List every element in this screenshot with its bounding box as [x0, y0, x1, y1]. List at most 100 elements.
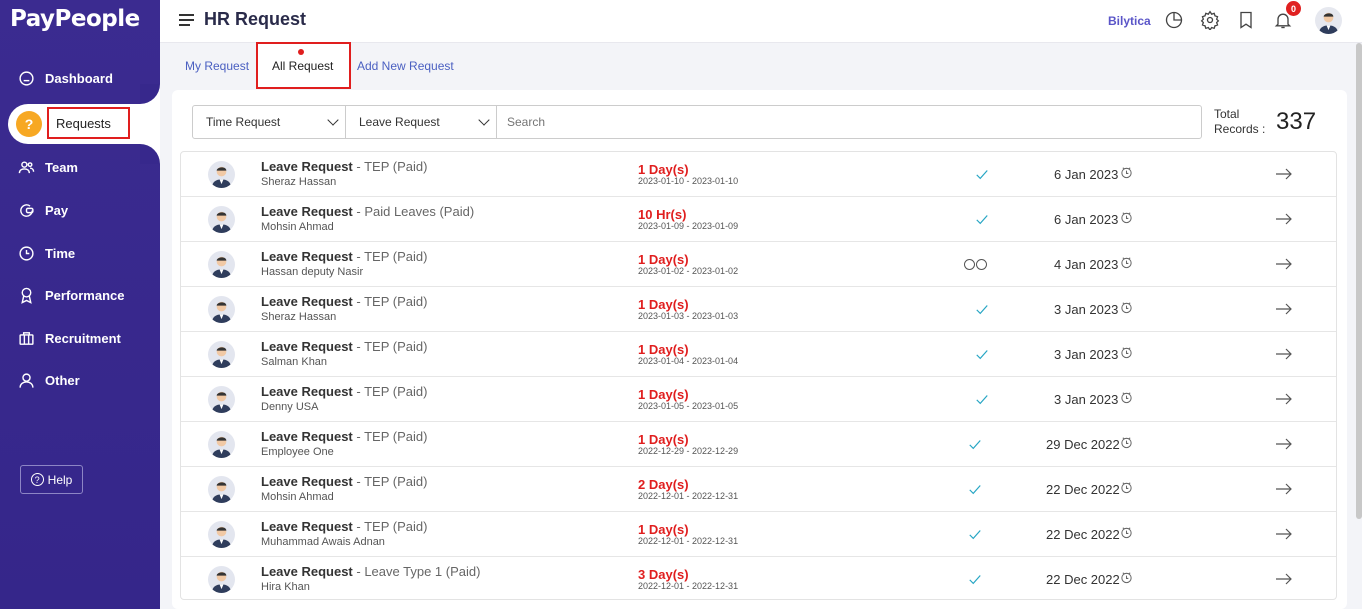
- employee-name: Employee One: [261, 446, 334, 458]
- avatar: [208, 476, 235, 503]
- check-icon: [975, 209, 1001, 229]
- scrollbar[interactable]: [1356, 43, 1362, 519]
- arrow-right-icon[interactable]: [1275, 571, 1293, 587]
- hamburger-menu-icon[interactable]: [179, 14, 194, 29]
- check-icon: [968, 479, 994, 499]
- request-date: 6 Jan 2023: [1054, 167, 1119, 182]
- check-icon: [968, 569, 994, 589]
- table-row[interactable]: Leave Request - TEP (Paid) Denny USA 1 Day…: [181, 377, 1336, 422]
- pay-icon: [17, 201, 35, 219]
- request-title: Leave Request - TEP (Paid): [261, 474, 428, 489]
- request-title: Leave Request - TEP (Paid): [261, 294, 428, 309]
- employee-name: Sheraz Hassan: [261, 176, 337, 188]
- pie-chart-icon[interactable]: [1164, 10, 1186, 32]
- leave-request-select[interactable]: Leave Request: [346, 106, 497, 138]
- sidebar-item-pay[interactable]: Pay: [0, 192, 160, 228]
- request-date: 3 Jan 2023: [1054, 302, 1119, 317]
- arrow-right-icon[interactable]: [1275, 346, 1293, 362]
- alarm-clock-icon: [1120, 526, 1133, 539]
- arrow-right-icon[interactable]: [1275, 436, 1293, 452]
- sidebar-item-label: Performance: [45, 287, 125, 303]
- arrow-right-icon[interactable]: [1275, 526, 1293, 542]
- bookmark-icon[interactable]: [1236, 10, 1258, 32]
- sidebar-item-label: Team: [45, 159, 78, 175]
- request-date-range: 2023-01-02 - 2023-01-02: [638, 266, 739, 276]
- total-label-line1: Total: [1214, 107, 1240, 121]
- arrow-right-icon[interactable]: [1275, 301, 1293, 317]
- request-duration: 1 Day(s): [638, 162, 689, 177]
- sidebar-item-other[interactable]: Other: [0, 362, 160, 398]
- arrow-right-icon[interactable]: [1275, 481, 1293, 497]
- gear-icon[interactable]: [1200, 10, 1222, 32]
- sidebar-item-team[interactable]: Team: [0, 149, 160, 185]
- check-icon: [975, 299, 1001, 319]
- table-row[interactable]: Leave Request - TEP (Paid) Sheraz Hassan 1…: [181, 287, 1336, 332]
- time-request-select[interactable]: Time Request: [193, 106, 346, 138]
- arrow-right-icon[interactable]: [1275, 391, 1293, 407]
- table-row[interactable]: Leave Request - TEP (Paid) Salman Khan 1 D…: [181, 332, 1336, 377]
- table-row[interactable]: Leave Request - Paid Leaves (Paid) Mohsin…: [181, 197, 1336, 242]
- request-date-range: 2022-12-01 - 2022-12-31: [638, 491, 739, 501]
- employee-name: Hassan deputy Nasir: [261, 266, 364, 278]
- briefcase-icon: [17, 329, 35, 347]
- sidebar-item-label: Pay: [45, 202, 69, 218]
- request-date: 22 Dec 2022: [1046, 572, 1120, 587]
- sidebar-item-label: Dashboard: [45, 70, 113, 86]
- alarm-clock-icon: [1120, 436, 1133, 449]
- employee-name: Sheraz Hassan: [261, 311, 337, 323]
- request-date-range: 2022-12-01 - 2022-12-31: [638, 581, 739, 591]
- request-date-range: 2023-01-05 - 2023-01-05: [638, 401, 739, 411]
- chevron-down-icon: [478, 114, 490, 126]
- request-title: Leave Request - TEP (Paid): [261, 159, 428, 174]
- alarm-clock-icon: [1120, 571, 1133, 584]
- tab-my-request[interactable]: My Request: [185, 59, 249, 73]
- request-date: 6 Jan 2023: [1054, 212, 1119, 227]
- arrow-right-icon[interactable]: [1275, 256, 1293, 272]
- tab-all-request[interactable]: All Request: [272, 59, 333, 73]
- table-row[interactable]: Leave Request - Leave Type 1 (Paid) Hira …: [181, 557, 1336, 602]
- sidebar-item-recruitment[interactable]: Recruitment: [0, 320, 160, 356]
- request-date: 3 Jan 2023: [1054, 347, 1119, 362]
- request-date-range: 2022-12-29 - 2022-12-29: [638, 446, 739, 456]
- help-button[interactable]: ? Help: [20, 465, 83, 494]
- avatar: [208, 431, 235, 458]
- total-records-value: 337: [1276, 108, 1317, 135]
- arrow-right-icon[interactable]: [1275, 211, 1293, 227]
- request-title: Leave Request - TEP (Paid): [261, 519, 428, 534]
- sidebar-item-time[interactable]: Time: [0, 235, 160, 271]
- table-row[interactable]: Leave Request - TEP (Paid) Mohsin Ahmad 2 …: [181, 467, 1336, 512]
- request-duration: 3 Day(s): [638, 567, 689, 582]
- avatar: [208, 206, 235, 233]
- alarm-clock-icon: [1120, 481, 1133, 494]
- avatar: [208, 296, 235, 323]
- arrow-right-icon[interactable]: [1275, 166, 1293, 182]
- request-title: Leave Request - Paid Leaves (Paid): [261, 204, 475, 219]
- tab-add-new-request[interactable]: Add New Request: [357, 59, 454, 73]
- total-records-label: Total Records :: [1214, 107, 1265, 137]
- user-avatar[interactable]: [1315, 7, 1342, 34]
- dashboard-icon: [17, 69, 35, 87]
- request-date-range: 2023-01-10 - 2023-01-10: [638, 176, 739, 186]
- bilytica-link[interactable]: Bilytica: [1108, 14, 1151, 28]
- page-title: HR Request: [204, 9, 307, 29]
- help-icon: ?: [30, 473, 44, 486]
- check-icon: [968, 434, 994, 454]
- sidebar-item-requests[interactable]: Requests: [47, 107, 130, 139]
- table-row[interactable]: Leave Request - TEP (Paid) Hassan deputy …: [181, 242, 1336, 287]
- request-duration: 1 Day(s): [638, 342, 689, 357]
- request-date: 22 Dec 2022: [1046, 482, 1120, 497]
- sidebar-item-dashboard[interactable]: Dashboard: [0, 60, 160, 96]
- request-date-range: 2023-01-09 - 2023-01-09: [638, 221, 739, 231]
- check-icon: [975, 164, 1001, 184]
- time-request-value: Time Request: [206, 115, 281, 129]
- avatar: [208, 386, 235, 413]
- avatar: [208, 161, 235, 188]
- request-title: Leave Request - TEP (Paid): [261, 384, 428, 399]
- request-date: 29 Dec 2022: [1046, 437, 1120, 452]
- app-logo: PayPeople: [10, 6, 140, 32]
- sidebar-item-performance[interactable]: Performance: [0, 277, 160, 313]
- search-input[interactable]: [497, 106, 1201, 138]
- table-row[interactable]: Leave Request - TEP (Paid) Employee One 1 …: [181, 422, 1336, 467]
- table-row[interactable]: Leave Request - TEP (Paid) Muhammad Awais…: [181, 512, 1336, 557]
- table-row[interactable]: Leave Request - TEP (Paid) Sheraz Hassan 1…: [181, 152, 1336, 197]
